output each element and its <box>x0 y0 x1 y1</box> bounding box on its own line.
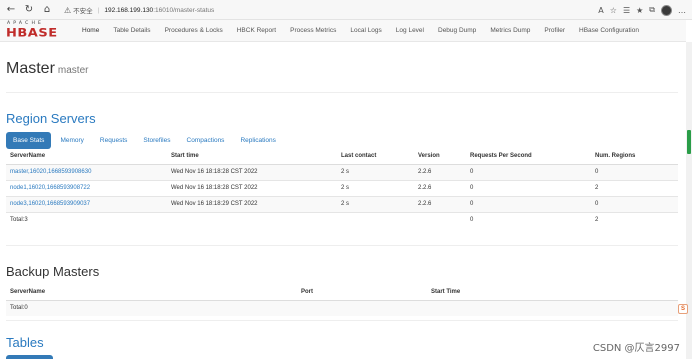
last-contact-cell: 2 s <box>337 163 414 180</box>
browser-actions: A ☆ ☰ ★ ⧉ … <box>598 3 686 17</box>
tab-memory[interactable]: Memory <box>53 132 90 149</box>
region-servers-title: Region Servers <box>6 111 96 126</box>
reload-icon[interactable]: ↻ <box>22 3 36 17</box>
nav-profiler[interactable]: Profiler <box>537 20 572 42</box>
title-divider <box>6 92 678 93</box>
backup-masters-title: Backup Masters <box>6 264 100 279</box>
nav-local-logs[interactable]: Local Logs <box>343 20 388 42</box>
start-time-cell: Wed Nov 16 18:18:28 CST 2022 <box>167 163 337 180</box>
url-separator: | <box>97 6 100 14</box>
back-icon[interactable]: ← <box>4 3 18 17</box>
server-name-link[interactable]: node3,16020,1668593909037 <box>6 195 167 212</box>
column-header: Last contact <box>337 149 414 165</box>
url-host: 192.168.199.130 <box>104 6 154 14</box>
security-label: 不安全 <box>73 8 93 15</box>
nav-procedures-locks[interactable]: Procedures & Locks <box>158 20 230 42</box>
tab-replications[interactable]: Replications <box>233 132 282 149</box>
requests-cell: 0 <box>466 179 591 196</box>
nav-debug-dump[interactable]: Debug Dump <box>431 20 483 42</box>
table-row: node1,16020,1668593908722 Wed Nov 16 18:… <box>6 179 678 196</box>
tables-tab-button[interactable] <box>6 355 53 359</box>
section-divider <box>6 320 678 321</box>
page-title-text: Master <box>6 60 55 77</box>
column-header: Start Time <box>427 285 678 301</box>
tables-title: Tables <box>6 335 44 350</box>
table-total-row: Total:0 <box>6 299 678 316</box>
server-name-link[interactable]: node1,16020,1668593908722 <box>6 179 167 196</box>
empty-cell <box>337 211 414 228</box>
table-header-row: ServerName Port Start Time <box>6 285 678 301</box>
column-header: ServerName <box>6 285 297 301</box>
version-cell: 2.2.6 <box>414 195 466 212</box>
page-title: Master master <box>6 60 88 78</box>
warning-icon: ⚠ <box>64 5 72 15</box>
column-header: Version <box>414 149 466 165</box>
tab-requests[interactable]: Requests <box>93 132 134 149</box>
column-header: Port <box>297 285 427 301</box>
table-total-row: Total:3 0 2 <box>6 211 678 228</box>
nav-metrics-dump[interactable]: Metrics Dump <box>483 20 537 42</box>
tab-compactions[interactable]: Compactions <box>180 132 232 149</box>
region-servers-tabs: Base Stats Memory Requests Storefiles Co… <box>6 132 678 149</box>
nav-hbase-configuration[interactable]: HBase Configuration <box>572 20 646 42</box>
nav-home[interactable]: Home <box>75 20 106 42</box>
extensions-icon[interactable]: ⧉ <box>649 5 655 15</box>
empty-cell <box>297 299 427 316</box>
regions-cell: 0 <box>591 195 678 212</box>
url-path: :16010/master-status <box>153 6 215 14</box>
total-label: Total:0 <box>6 299 297 316</box>
backup-masters-table: ServerName Port Start Time Total:0 <box>6 285 678 316</box>
regions-cell: 0 <box>591 163 678 180</box>
region-servers-table: ServerName Start time Last contact Versi… <box>6 149 678 228</box>
read-aloud-icon[interactable]: A <box>598 6 603 15</box>
nav-links: Home Table Details Procedures & Locks HB… <box>75 20 646 42</box>
address-bar[interactable]: ⚠ 不安全 | 192.168.199.130:16010/master-sta… <box>64 3 534 17</box>
nav-hbck-report[interactable]: HBCK Report <box>230 20 283 42</box>
page-subtitle: master <box>57 65 89 76</box>
logo-apache-text: APACHE <box>7 20 45 26</box>
profile-avatar[interactable] <box>661 4 672 16</box>
empty-cell <box>414 211 466 228</box>
favorites-icon[interactable]: ★ <box>636 6 643 15</box>
column-header: Requests Per Second <box>466 149 591 165</box>
hbase-logo[interactable]: APACHE HBASE <box>3 20 75 42</box>
regions-cell: 2 <box>591 179 678 196</box>
table-header-row: ServerName Start time Last contact Versi… <box>6 149 678 165</box>
browser-toolbar: ← ↻ ⌂ ⚠ 不安全 | 192.168.199.130:16010/mast… <box>0 0 692 20</box>
server-name-link[interactable]: master,16020,1668593908630 <box>6 163 167 180</box>
more-menu-icon[interactable]: … <box>678 6 686 15</box>
nav-table-details[interactable]: Table Details <box>106 20 157 42</box>
total-label: Total:3 <box>6 211 167 228</box>
version-cell: 2.2.6 <box>414 163 466 180</box>
collections-icon[interactable]: ☰ <box>623 6 630 15</box>
tab-storefiles[interactable]: Storefiles <box>136 132 177 149</box>
column-header: Start time <box>167 149 337 165</box>
empty-cell <box>167 211 337 228</box>
favorite-star-icon[interactable]: ☆ <box>610 6 617 15</box>
scrollbar-thumb[interactable] <box>687 130 691 154</box>
total-regions: 2 <box>591 211 678 228</box>
tab-base-stats[interactable]: Base Stats <box>6 132 52 149</box>
version-cell: 2.2.6 <box>414 179 466 196</box>
last-contact-cell: 2 s <box>337 195 414 212</box>
column-header: ServerName <box>6 149 167 165</box>
home-icon[interactable]: ⌂ <box>40 3 54 17</box>
table-row: master,16020,1668593908630 Wed Nov 16 18… <box>6 163 678 180</box>
nav-log-level[interactable]: Log Level <box>389 20 431 42</box>
last-contact-cell: 2 s <box>337 179 414 196</box>
column-header: Num. Regions <box>591 149 678 165</box>
start-time-cell: Wed Nov 16 18:18:29 CST 2022 <box>167 195 337 212</box>
nav-process-metrics[interactable]: Process Metrics <box>283 20 343 42</box>
requests-cell: 0 <box>466 163 591 180</box>
empty-cell <box>427 299 678 316</box>
table-row: node3,16020,1668593909037 Wed Nov 16 18:… <box>6 195 678 212</box>
hbase-navbar: APACHE HBASE Home Table Details Procedur… <box>0 20 686 42</box>
logo-hbase-text: HBASE <box>6 26 58 40</box>
side-float-icon[interactable]: S <box>678 304 688 314</box>
total-requests: 0 <box>466 211 591 228</box>
requests-cell: 0 <box>466 195 591 212</box>
start-time-cell: Wed Nov 16 18:18:28 CST 2022 <box>167 179 337 196</box>
csdn-watermark: CSDN @仄言2997 <box>592 343 680 354</box>
section-divider <box>6 245 678 246</box>
